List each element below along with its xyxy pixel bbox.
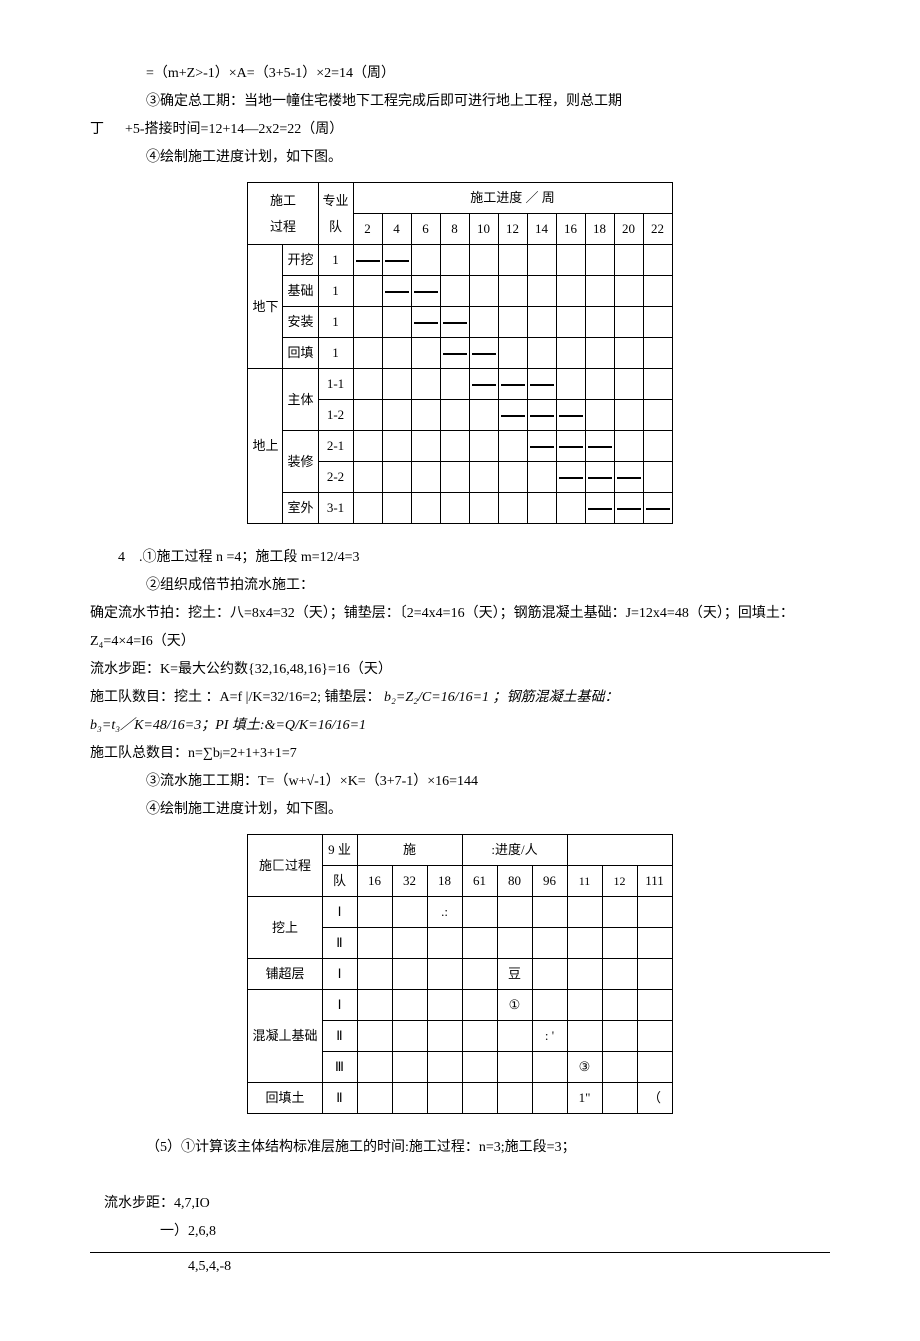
t1-col-4: 4 xyxy=(382,214,411,245)
t1-r6-name: 装修 xyxy=(283,431,318,493)
line-4-5: 施工队数目：挖土 ：A=f |/K=32/16=2; 铺垫层： b₂=Z₂/C=… xyxy=(90,684,830,712)
line-step3b: 丁 +5-搭接时间=12+14—2x2=22（周） xyxy=(90,116,830,144)
t2-r1-team2: Ⅱ xyxy=(322,928,357,959)
line-4-6: b₃=t₃／K=48/16=3；PI 填土:&=Q/K=16/16=1 xyxy=(90,712,830,740)
t2-h2a: 9 业 xyxy=(322,835,357,866)
t1-h5: 施工进度 ／ 周 xyxy=(353,183,672,214)
t1-r3-team: 1 xyxy=(318,307,353,338)
t1-h3: 专业队 xyxy=(318,183,353,245)
t2-r2-name: 铺超层 xyxy=(248,959,322,990)
t2-col-32: 32 xyxy=(392,866,427,897)
t1-r6-team2: 2-2 xyxy=(318,462,353,493)
line-5-2: 流水步距：4,7,IO xyxy=(90,1190,830,1218)
line-5-1: （5）①计算该主体结构标准层施工的时间:施工过程：n=3;施工段=3； xyxy=(90,1134,830,1162)
t1-col-8: 8 xyxy=(440,214,469,245)
t2-r4-team: Ⅱ xyxy=(322,1083,357,1114)
t1-col-16: 16 xyxy=(556,214,585,245)
line-4-3: 确定流水节拍：挖土：八=8x4=32（天）；铺垫层：〔2=4x4=16（天）；钢… xyxy=(90,600,830,656)
t2-r4-name: 回填土 xyxy=(248,1083,322,1114)
t2-col-61: 61 xyxy=(462,866,497,897)
t1-col-2: 2 xyxy=(353,214,382,245)
line-5-3: 一）2,6,8 xyxy=(90,1218,830,1246)
line-4-4: 流水步距：K=最大公约数{32,16,48,16}=16（天） xyxy=(90,656,830,684)
t1-group-aboveground: 地上 xyxy=(248,369,283,524)
t1-r1-team: 1 xyxy=(318,245,353,276)
t2-col-111: 111 xyxy=(637,866,672,897)
t2-r1-m1: .: xyxy=(427,897,462,928)
formula-b2: b₂=Z₂/C=16/16=1 ；钢筋混凝土基础： xyxy=(384,690,618,705)
t1-r2-name: 基础 xyxy=(283,276,318,307)
t1-r4-team: 1 xyxy=(318,338,353,369)
line-4-8: ③流水施工工期：T=（w+√-1）×K=（3+7-1）×16=144 xyxy=(90,768,830,796)
t2-col-96: 96 xyxy=(532,866,567,897)
t1-r5-team1: 1-1 xyxy=(318,369,353,400)
t2-col-12: 12 xyxy=(602,866,637,897)
t1-r4-name: 回填 xyxy=(283,338,318,369)
t1-r6-team1: 2-1 xyxy=(318,431,353,462)
t1-r2-team: 1 xyxy=(318,276,353,307)
t1-r5-team2: 1-2 xyxy=(318,400,353,431)
t1-r7-name: 室外 xyxy=(283,493,318,524)
t1-col-10: 10 xyxy=(469,214,498,245)
t1-col-12: 12 xyxy=(498,214,527,245)
t2-r3-team2: Ⅱ xyxy=(322,1021,357,1052)
t2-r3-m2: : ' xyxy=(532,1021,567,1052)
t2-r1-team1: Ⅰ xyxy=(322,897,357,928)
formula-3b: +5-搭接时间=12+14—2x2=22（周） xyxy=(125,122,343,137)
t2-col-80: 80 xyxy=(497,866,532,897)
t2-r2-team: Ⅰ xyxy=(322,959,357,990)
gantt-table-2: 施匚过程 9 业 施 :进度/人 队 16 32 18 61 80 96 11 … xyxy=(247,834,672,1114)
line-4-7: 施工队总数目：n=∑bⱼ=2+1+3+1=7 xyxy=(90,740,830,768)
t1-r1-name: 开挖 xyxy=(283,245,318,276)
t1-col-18: 18 xyxy=(585,214,614,245)
t2-r3-team3: Ⅲ xyxy=(322,1052,357,1083)
t2-r2-m: 豆 xyxy=(497,959,532,990)
t1-col-6: 6 xyxy=(411,214,440,245)
line-step4: ④绘制施工进度计划，如下图。 xyxy=(90,144,830,172)
t1-r3-name: 安装 xyxy=(283,307,318,338)
t2-r4-m1: 1" xyxy=(567,1083,602,1114)
t1-col-22: 22 xyxy=(643,214,672,245)
t1-h1: 施工过程 xyxy=(248,183,318,245)
t2-r3-m1: ① xyxy=(497,990,532,1021)
t2-r3-m3: ③ xyxy=(567,1052,602,1083)
gantt-table-1: 施工过程 专业队 施工进度 ／ 周 2 4 6 8 10 12 14 16 18… xyxy=(247,182,672,524)
t2-h3b: :进度/人 xyxy=(462,835,567,866)
char-ding: 丁 xyxy=(90,122,104,137)
t2-h1: 施匚过程 xyxy=(248,835,322,897)
line-formula-1: =（m+Z>-1）×A=（3+5-1）×2=14（周） xyxy=(90,60,830,88)
t2-h3a: 施 xyxy=(357,835,462,866)
t2-col-18: 18 xyxy=(427,866,462,897)
t2-r4-m2: （ xyxy=(637,1083,672,1114)
t2-r3-team1: Ⅰ xyxy=(322,990,357,1021)
line-5-4: 4,5,4,-8 xyxy=(90,1253,830,1281)
t1-col-20: 20 xyxy=(614,214,643,245)
t1-r7-team: 3-1 xyxy=(318,493,353,524)
t2-r3-name: 混凝丄基础 xyxy=(248,990,322,1083)
t2-r1-name: 挖上 xyxy=(248,897,322,959)
t2-col-11: 11 xyxy=(567,866,602,897)
t1-col-14: 14 xyxy=(527,214,556,245)
t2-h2b: 队 xyxy=(322,866,357,897)
t1-r5-name: 主体 xyxy=(283,369,318,431)
line-4-9: ④绘制施工进度计划，如下图。 xyxy=(90,796,830,824)
t1-group-underground: 地下 xyxy=(248,245,283,369)
line-step3: ③确定总工期：当地一幢住宅楼地下工程完成后即可进行地上工程，则总工期 xyxy=(90,88,830,116)
line-4-2: ②组织成倍节拍流水施工： xyxy=(90,572,830,600)
line-4-1: 4 .①施工过程 n =4；施工段 m=12/4=3 xyxy=(90,544,830,572)
t2-col-16: 16 xyxy=(357,866,392,897)
